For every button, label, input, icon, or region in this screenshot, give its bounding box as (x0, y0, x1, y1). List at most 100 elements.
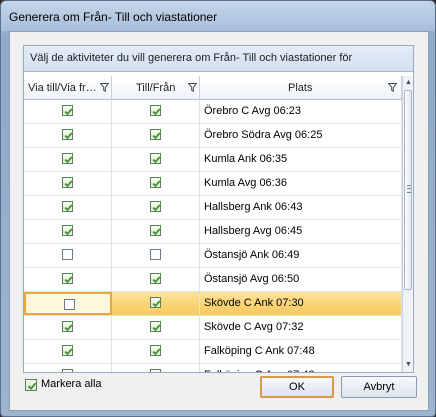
tillfran-checkbox[interactable] (150, 321, 161, 332)
panel-header: Välj de aktiviteter du vill generera om … (24, 46, 413, 72)
table-row[interactable]: Kumla Ank 06:35 (24, 148, 402, 172)
plats-text: Hallsberg Ank 06:43 (204, 201, 303, 213)
via-checkbox[interactable] (62, 201, 73, 212)
via-checkbox[interactable] (62, 369, 73, 372)
plats-text: Kumla Avg 06:36 (204, 177, 287, 189)
cell-tillfran (112, 148, 200, 171)
cell-tillfran (112, 100, 200, 123)
cell-via (24, 244, 112, 267)
cell-plats: Kumla Avg 06:36 (200, 172, 402, 195)
tillfran-checkbox[interactable] (150, 345, 161, 356)
cell-tillfran (112, 364, 200, 372)
tillfran-checkbox[interactable] (150, 369, 161, 372)
table-row[interactable]: Örebro C Avg 06:23 (24, 100, 402, 124)
cell-via (24, 340, 112, 363)
arrow-up-icon[interactable]: ▲ (404, 78, 413, 88)
via-checkbox[interactable] (62, 177, 73, 188)
plats-text: Skövde C Ank 07:30 (204, 297, 304, 309)
via-checkbox[interactable] (62, 321, 73, 332)
table-row[interactable]: Skövde C Avg 07:32 (24, 316, 402, 340)
via-checkbox[interactable] (62, 273, 73, 284)
cell-via (24, 196, 112, 219)
via-checkbox[interactable] (62, 225, 73, 236)
via-checkbox[interactable] (62, 249, 73, 260)
mark-all-label: Markera alla (41, 378, 102, 390)
via-checkbox[interactable] (64, 299, 75, 310)
scroll-thumb[interactable] (404, 90, 412, 290)
cell-tillfran (112, 268, 200, 291)
cell-via (24, 292, 112, 315)
cell-via (24, 100, 112, 123)
plats-text: Falköping C Ank 07:48 (204, 345, 315, 357)
cell-via (24, 172, 112, 195)
cell-tillfran (112, 340, 200, 363)
plats-text: Örebro C Avg 06:23 (204, 105, 302, 117)
table-row[interactable]: Örebro Södra Avg 06:25 (24, 124, 402, 148)
cell-tillfran (112, 220, 200, 243)
cell-plats: Falköping C Ank 07:48 (200, 340, 402, 363)
table-row[interactable]: Hallsberg Avg 06:45 (24, 220, 402, 244)
plats-text: Östansjö Ank 06:49 (204, 249, 300, 261)
cell-plats: Skövde C Avg 07:32 (200, 316, 402, 339)
table-row[interactable]: Falköping C Ank 07:48 (24, 340, 402, 364)
activity-grid-panel: Välj de aktiviteter du vill generera om … (23, 45, 414, 373)
ok-button[interactable]: OK (260, 376, 334, 398)
title-bar[interactable]: Generera om Från- Till och viastationer (1, 1, 435, 31)
column-header-plats[interactable]: Plats (200, 76, 402, 100)
arrow-down-icon[interactable]: ▼ (404, 360, 413, 370)
table-row[interactable]: Östansjö Ank 06:49 (24, 244, 402, 268)
via-checkbox[interactable] (62, 153, 73, 164)
window-title: Generera om Från- Till och viastationer (9, 10, 218, 24)
vertical-scrollbar[interactable]: ▲ ▼ (402, 76, 413, 372)
tillfran-checkbox[interactable] (150, 297, 161, 308)
cell-via (24, 316, 112, 339)
grip-icon (407, 185, 411, 193)
cell-tillfran (112, 124, 200, 147)
column-header-tillfran-label: Till/Från (136, 82, 176, 94)
table-row[interactable]: Östansjö Avg 06:50 (24, 268, 402, 292)
tillfran-checkbox[interactable] (150, 153, 161, 164)
table-row[interactable]: Hallsberg Ank 06:43 (24, 196, 402, 220)
table-row[interactable]: Kumla Avg 06:36 (24, 172, 402, 196)
plats-text: Falköping C Avg 07:48 (204, 369, 314, 372)
panel-header-text: Välj de aktiviteter du vill generera om … (30, 52, 353, 64)
cancel-button[interactable]: Avbryt (341, 376, 417, 398)
cell-via (24, 268, 112, 291)
cell-plats: Skövde C Ank 07:30 (200, 292, 402, 315)
funnel-icon[interactable] (187, 83, 198, 93)
tillfran-checkbox[interactable] (150, 177, 161, 188)
tillfran-checkbox[interactable] (150, 201, 161, 212)
column-header-via[interactable]: Via till/Via fr… (24, 76, 112, 100)
via-checkbox[interactable] (62, 129, 73, 140)
dialog-body: Välj de aktiviteter du vill generera om … (9, 31, 429, 411)
cell-via (24, 364, 112, 372)
column-header-plats-label: Plats (288, 82, 313, 94)
cell-plats: Örebro Södra Avg 06:25 (200, 124, 402, 147)
cell-plats: Hallsberg Avg 06:45 (200, 220, 402, 243)
cell-via (24, 124, 112, 147)
cell-via (24, 148, 112, 171)
cell-tillfran (112, 244, 200, 267)
tillfran-checkbox[interactable] (150, 225, 161, 236)
table-row[interactable]: Skövde C Ank 07:30 (24, 292, 402, 316)
column-header-via-label: Via till/Via fr… (28, 82, 97, 94)
cell-tillfran (112, 292, 200, 315)
plats-text: Skövde C Avg 07:32 (204, 321, 304, 333)
funnel-icon[interactable] (99, 83, 110, 93)
column-header-tillfran[interactable]: Till/Från (112, 76, 200, 100)
tillfran-checkbox[interactable] (150, 273, 161, 284)
check-icon[interactable] (25, 379, 37, 391)
cell-plats: Falköping C Avg 07:48 (200, 364, 402, 372)
tillfran-checkbox[interactable] (150, 249, 161, 260)
table-row[interactable]: Falköping C Avg 07:48 (24, 364, 402, 372)
cell-plats: Kumla Ank 06:35 (200, 148, 402, 171)
tillfran-checkbox[interactable] (150, 105, 161, 116)
plats-text: Hallsberg Avg 06:45 (204, 225, 303, 237)
funnel-icon[interactable] (387, 83, 398, 93)
tillfran-checkbox[interactable] (150, 129, 161, 140)
via-checkbox[interactable] (62, 345, 73, 356)
cell-tillfran (112, 196, 200, 219)
cell-tillfran (112, 316, 200, 339)
plats-text: Örebro Södra Avg 06:25 (204, 129, 323, 141)
via-checkbox[interactable] (62, 105, 73, 116)
